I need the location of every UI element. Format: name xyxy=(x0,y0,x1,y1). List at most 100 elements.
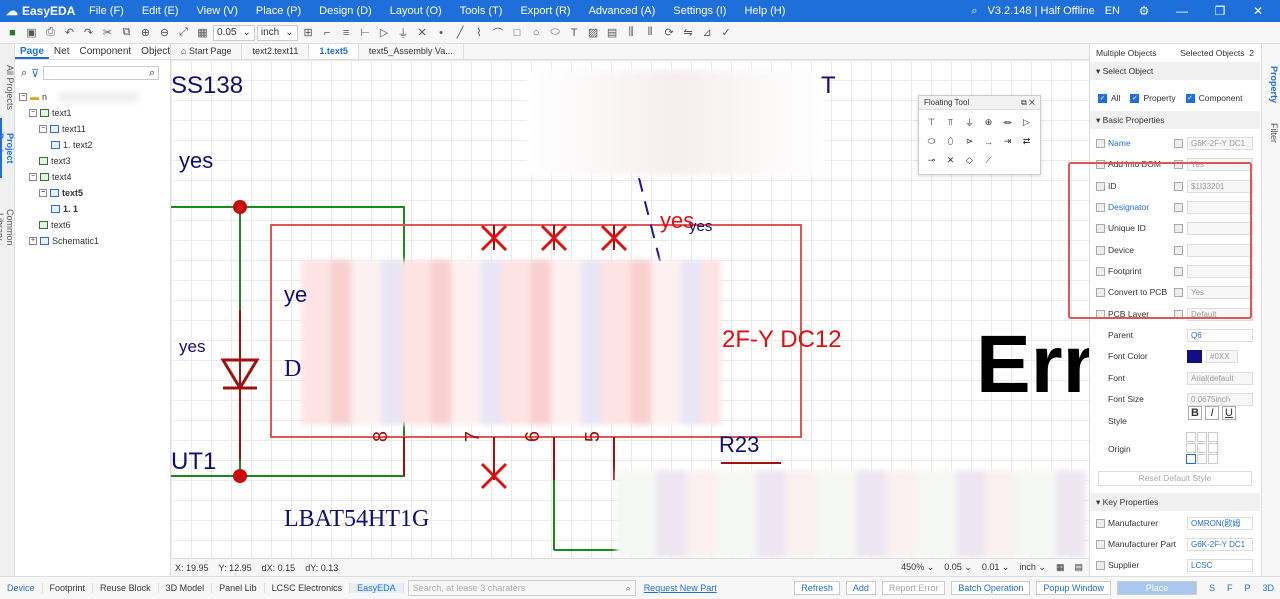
popup-window-button[interactable]: Popup Window xyxy=(1036,581,1111,595)
tree-item[interactable]: 1. 1 xyxy=(51,204,78,214)
tree-item[interactable]: − text11 xyxy=(39,124,86,134)
menu-help[interactable]: Help (H) xyxy=(735,5,794,17)
bus-icon[interactable]: ≡ xyxy=(338,24,355,41)
library-search-input[interactable]: Search, at lease 3 charaters ⌕ xyxy=(407,580,636,596)
menu-settings[interactable]: Settings (I) xyxy=(664,5,735,17)
tab-device[interactable]: Device xyxy=(0,583,43,593)
property-value[interactable]: LCSC xyxy=(1187,558,1253,572)
property-value[interactable]: Arial(default xyxy=(1187,371,1253,385)
zoom-in-icon[interactable]: ⊕ xyxy=(137,24,154,41)
snap-select[interactable]: 0.01 ⌄ xyxy=(982,562,1010,573)
tab-component[interactable]: Component xyxy=(74,44,136,59)
diamond-icon[interactable]: ◇ xyxy=(960,151,979,170)
redo-icon[interactable]: ↷ xyxy=(80,24,97,41)
ellipse-icon[interactable]: ⬭ xyxy=(547,24,564,41)
tree-item[interactable]: 1. text2 xyxy=(51,140,93,150)
tab-page[interactable]: Page xyxy=(15,44,49,59)
bus-entry-icon[interactable]: ⇄ xyxy=(1017,132,1036,151)
gear-icon[interactable]: ⚙ xyxy=(1130,4,1158,18)
visibility-checkbox[interactable] xyxy=(1174,138,1183,148)
undo-icon[interactable]: ↶ xyxy=(61,24,78,41)
property-value[interactable]: G6K-2F-Y DC1 xyxy=(1187,136,1253,150)
distribute-icon[interactable]: ⫴ xyxy=(642,24,659,41)
close-icon[interactable]: ✕ xyxy=(1029,98,1035,107)
line-icon[interactable]: ╱ xyxy=(452,24,469,41)
tab-reuse-block[interactable]: Reuse Block xyxy=(93,583,159,593)
underline-button[interactable]: U xyxy=(1222,406,1236,420)
netflag-plus-icon[interactable]: ⫪ xyxy=(941,113,960,132)
app-logo[interactable]: ☁ EasyEDA xyxy=(0,4,80,18)
property-checkbox[interactable] xyxy=(1096,539,1105,549)
tree-item[interactable]: − text4 xyxy=(29,172,72,182)
checkbox-component[interactable]: ✓ xyxy=(1185,93,1195,103)
wire-end-icon[interactable]: ⊸ xyxy=(922,151,941,170)
netflag-vcc-icon[interactable]: ⊤ xyxy=(922,113,941,132)
tree-search-input[interactable]: ⌕ xyxy=(43,66,159,80)
floating-tool-panel[interactable]: Floating Tool ⧉ ✕ ⊤ ⫪ ⏚ ⊕ ⏛ ▷ ⬭ ⬯ ⋗ → ⇥ ⇄… xyxy=(918,95,1041,175)
refresh-button[interactable]: Refresh xyxy=(794,581,840,595)
text-icon[interactable]: T xyxy=(566,24,583,41)
polyline-icon[interactable]: ⌇ xyxy=(471,24,488,41)
menu-view[interactable]: View (V) xyxy=(188,5,247,17)
probe-icon[interactable]: ⟋ xyxy=(979,151,998,170)
language-selector[interactable]: EN xyxy=(1105,5,1120,17)
tree-item[interactable]: + Schematic1 xyxy=(29,236,99,246)
place-button[interactable]: Place xyxy=(1116,581,1197,595)
drc-icon[interactable]: ✓ xyxy=(718,24,735,41)
tab-footprint[interactable]: Footprint xyxy=(43,583,94,593)
rotate-icon[interactable]: ⟳ xyxy=(661,24,678,41)
tree-item[interactable]: text6 xyxy=(39,220,71,230)
grid-icon[interactable]: ▦ xyxy=(194,24,211,41)
tab-panel-lib[interactable]: Panel Lib xyxy=(212,583,265,593)
menu-export[interactable]: Export (R) xyxy=(511,5,579,17)
report-error-button[interactable]: Report Error xyxy=(881,581,946,595)
add-button[interactable]: Add xyxy=(845,581,876,595)
grid-select[interactable]: 0.05 ⌄ xyxy=(944,562,972,573)
filter-icon[interactable]: ⊽ xyxy=(31,67,39,80)
menu-design[interactable]: Design (D) xyxy=(310,5,381,17)
tab-property[interactable]: Property xyxy=(1264,64,1279,106)
section-key-properties[interactable]: ▾ Key Properties xyxy=(1090,493,1260,511)
netlabel-icon[interactable]: ⊢ xyxy=(357,24,374,41)
wire-icon[interactable]: ⌐ xyxy=(319,24,336,41)
port-in-icon[interactable]: ⬯ xyxy=(941,132,960,151)
arrow-icon[interactable]: → xyxy=(979,132,998,151)
tree-item[interactable]: text3 xyxy=(39,156,71,166)
junction-icon[interactable]: • xyxy=(433,24,450,41)
grid-size-select[interactable]: 0.05 ⌄ xyxy=(213,24,255,41)
double-arrow-icon[interactable]: ⇥ xyxy=(998,132,1017,151)
tree-item[interactable]: − text1 xyxy=(29,108,72,118)
noconnect-icon[interactable]: ✕ xyxy=(414,24,431,41)
search-icon[interactable]: ⌕ xyxy=(971,5,977,18)
power-icon[interactable]: ⏚ xyxy=(395,24,412,41)
earth-icon[interactable]: ⏛ xyxy=(998,113,1017,132)
checkbox-property[interactable]: ✓ xyxy=(1130,93,1140,103)
property-value[interactable]: Q6 xyxy=(1187,328,1253,342)
measure-icon[interactable]: ⊿ xyxy=(699,24,716,41)
grid-icon[interactable]: ▦ xyxy=(1056,562,1065,573)
analog-ground-icon[interactable]: ⊕ xyxy=(979,113,998,132)
tab-3d-model[interactable]: 3D Model xyxy=(159,583,213,593)
flip-icon[interactable]: ⇋ xyxy=(680,24,697,41)
mode-3d[interactable]: 3D xyxy=(1256,582,1280,594)
ground-icon[interactable]: ⏚ xyxy=(960,113,979,132)
property-value[interactable]: #0XX xyxy=(1206,349,1238,363)
cut-icon[interactable]: ✂ xyxy=(99,24,116,41)
property-checkbox[interactable] xyxy=(1096,560,1105,570)
netport-icon[interactable]: ▷ xyxy=(376,24,393,41)
property-checkbox[interactable] xyxy=(1096,138,1105,148)
menu-tools[interactable]: Tools (T) xyxy=(451,5,512,17)
tree-item-root[interactable]: − ▬ n xyxy=(19,92,139,102)
maximize-icon[interactable]: ❐ xyxy=(1206,4,1234,18)
tab-doc[interactable]: text5_Assembly Va... xyxy=(359,44,464,59)
italic-button[interactable]: I xyxy=(1205,406,1219,420)
arc-icon[interactable]: ⌒ xyxy=(490,24,507,41)
noconnect-icon[interactable]: ✕ xyxy=(941,151,960,170)
snap-icon[interactable]: ⊞ xyxy=(300,24,317,41)
menu-place[interactable]: Place (P) xyxy=(247,5,310,17)
section-basic-properties[interactable]: ▾ Basic Properties xyxy=(1090,111,1260,129)
zoom-select[interactable]: 450% ⌄ xyxy=(901,562,934,573)
request-part-link[interactable]: Request New Part xyxy=(644,583,717,593)
minimize-icon[interactable]: — xyxy=(1168,4,1196,18)
mode-p[interactable]: P xyxy=(1238,582,1256,594)
